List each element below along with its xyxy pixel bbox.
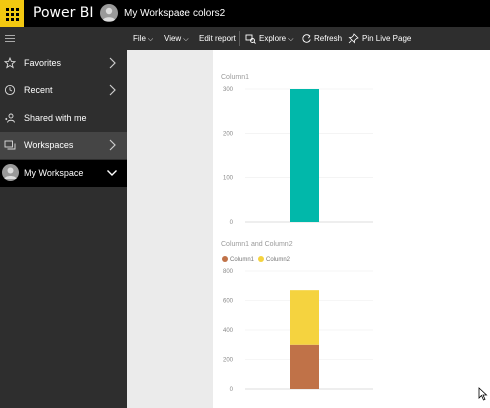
bar-column2[interactable] bbox=[290, 290, 319, 345]
chart2-stacked-column-chart[interactable]: 0 200 400 600 800 bbox=[213, 264, 383, 398]
breadcrumb-separator: › bbox=[181, 7, 185, 18]
avatar-icon bbox=[2, 164, 19, 181]
app-title[interactable]: Power BI bbox=[33, 5, 94, 21]
legend-marker-column2 bbox=[258, 256, 264, 262]
legend-label-column1: Column1 bbox=[230, 257, 255, 263]
chevron-down-icon: ⌵ bbox=[147, 36, 154, 43]
explore-menu[interactable]: Explore ⌵ bbox=[259, 34, 293, 44]
chart2-title: Column1 and Column2 bbox=[221, 241, 293, 248]
y-tick-label: 600 bbox=[223, 299, 234, 305]
pin-icon bbox=[348, 33, 359, 44]
clock-icon bbox=[4, 84, 16, 96]
chevron-down-icon bbox=[107, 170, 117, 176]
legend-label-column2: Column2 bbox=[266, 257, 291, 263]
y-tick-label: 100 bbox=[223, 176, 234, 182]
nav-shared-with-me[interactable]: Shared with me bbox=[0, 105, 127, 132]
legend-marker-column1 bbox=[222, 256, 228, 262]
nav-my-workspace-label: My Workspace bbox=[24, 168, 84, 178]
refresh-icon bbox=[302, 34, 311, 43]
nav-workspaces-label: Workspaces bbox=[24, 140, 74, 150]
nav-my-workspace[interactable]: My Workspace bbox=[0, 160, 127, 187]
canvas-gutter bbox=[127, 50, 213, 408]
chart1-column-chart[interactable]: 0 100 200 300 bbox=[213, 80, 383, 230]
shared-person-icon bbox=[5, 113, 15, 123]
bar-column1[interactable] bbox=[290, 344, 319, 389]
y-tick-label: 200 bbox=[223, 131, 234, 137]
breadcrumb-report[interactable]: colors2 bbox=[193, 8, 225, 19]
legend-item-column1[interactable]: Column1 bbox=[222, 256, 254, 263]
chevron-right-icon bbox=[109, 84, 116, 96]
nav-favorites[interactable]: Favorites bbox=[0, 50, 127, 77]
legend-item-column2[interactable]: Column2 bbox=[258, 256, 290, 263]
workspace-avatar-icon bbox=[100, 4, 118, 22]
nav-recent[interactable]: Recent bbox=[0, 77, 127, 104]
workspaces-icon bbox=[4, 140, 16, 150]
nav-favorites-label: Favorites bbox=[24, 58, 62, 68]
chevron-right-icon bbox=[109, 57, 116, 69]
view-menu-label: View bbox=[164, 34, 182, 43]
refresh-button[interactable]: Refresh bbox=[314, 34, 342, 43]
y-tick-label: 400 bbox=[223, 328, 234, 334]
y-tick-label: 200 bbox=[223, 358, 234, 364]
nav-recent-label: Recent bbox=[24, 85, 53, 95]
bar-column1[interactable] bbox=[290, 89, 319, 222]
file-menu-label: File bbox=[133, 34, 146, 43]
file-menu[interactable]: File ⌵ bbox=[133, 34, 153, 44]
explore-icon bbox=[245, 34, 256, 44]
chevron-down-icon: ⌵ bbox=[288, 36, 294, 43]
hamburger-menu-icon[interactable] bbox=[0, 27, 127, 50]
chevron-right-icon bbox=[109, 139, 116, 151]
y-tick-label: 0 bbox=[230, 387, 234, 393]
y-tick-label: 300 bbox=[223, 87, 234, 93]
star-icon bbox=[4, 57, 16, 69]
edit-report-button[interactable]: Edit report bbox=[199, 34, 236, 43]
mouse-cursor-icon bbox=[478, 387, 488, 401]
nav-workspaces[interactable]: Workspaces bbox=[0, 132, 127, 159]
app-launcher-grid-icon[interactable] bbox=[0, 0, 24, 27]
y-tick-label: 0 bbox=[230, 220, 234, 226]
view-menu[interactable]: View ⌵ bbox=[164, 34, 189, 44]
toolbar-divider bbox=[239, 31, 240, 46]
top-bar: Power BI My Workspace › colors2 bbox=[0, 0, 490, 27]
left-nav-pane: Favorites Recent Shared with me Workspac… bbox=[0, 27, 127, 408]
nav-shared-label: Shared with me bbox=[24, 113, 87, 123]
pin-live-page-button[interactable]: Pin Live Page bbox=[362, 34, 411, 43]
chevron-down-icon: ⌵ bbox=[183, 36, 189, 43]
report-toolbar: File ⌵ View ⌵ Edit report Explore ⌵ Refresh… bbox=[127, 27, 490, 50]
explore-menu-label: Explore bbox=[259, 34, 287, 43]
y-tick-label: 800 bbox=[223, 269, 234, 275]
